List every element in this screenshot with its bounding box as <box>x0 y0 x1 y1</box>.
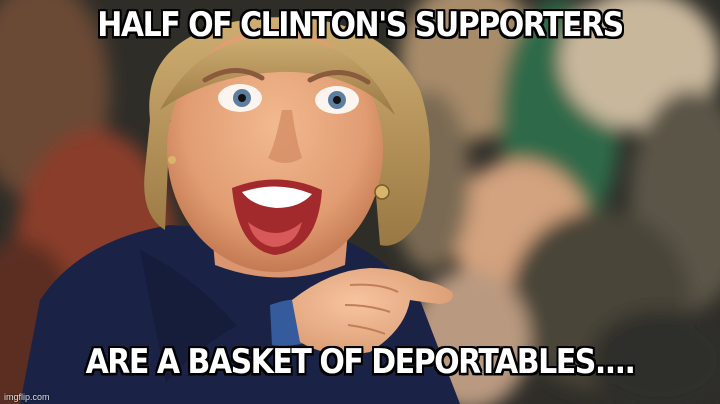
earring-icon <box>374 184 390 200</box>
watermark: imgflip.com <box>4 392 50 402</box>
top-caption: HALF OF CLINTON'S SUPPORTERS <box>97 5 624 46</box>
meme-image: HALF OF CLINTON'S SUPPORTERS ARE A BASKE… <box>0 0 720 404</box>
bottom-caption: ARE A BASKET OF DEPORTABLES.... <box>85 342 636 383</box>
